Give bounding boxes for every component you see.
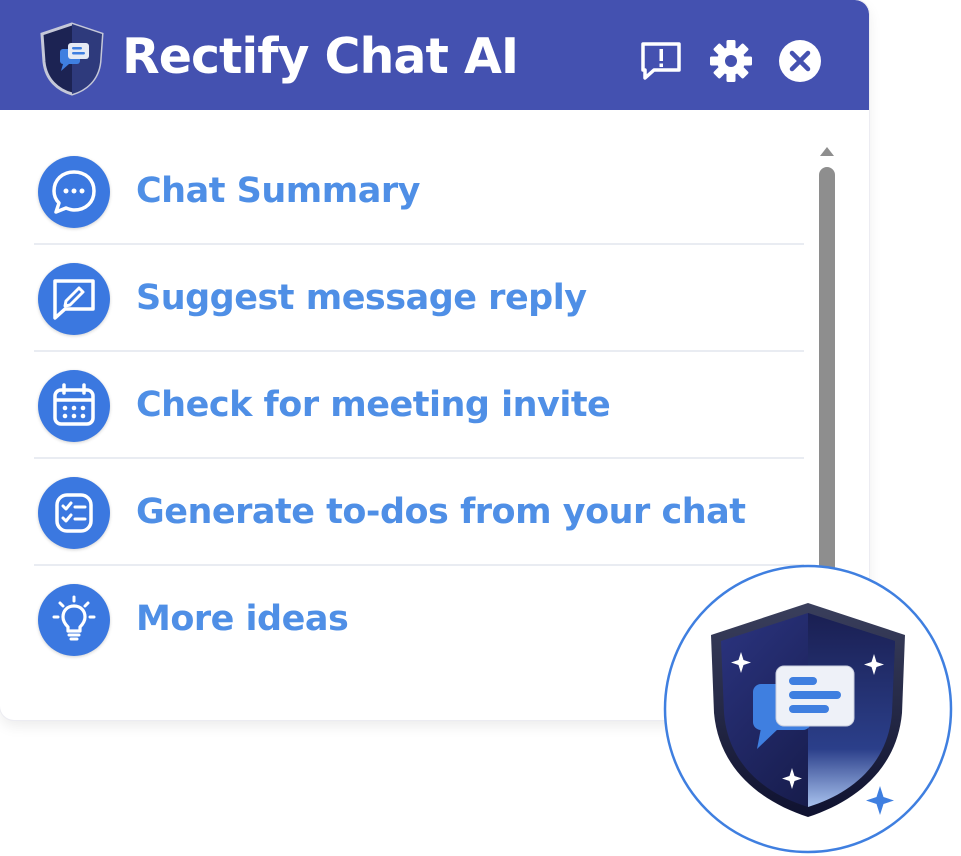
checklist-icon xyxy=(38,477,110,549)
gear-icon xyxy=(710,40,752,82)
feedback-button[interactable] xyxy=(638,38,684,84)
calendar-icon xyxy=(38,370,110,442)
menu-item-generate-todos[interactable]: Generate to-dos from your chat xyxy=(34,459,804,566)
close-icon xyxy=(779,40,821,82)
settings-button[interactable] xyxy=(708,38,754,84)
edit-message-icon xyxy=(38,263,110,335)
menu-item-meeting-invite[interactable]: Check for meeting invite xyxy=(34,352,804,459)
app-title: Rectify Chat AI xyxy=(122,28,519,85)
close-button[interactable] xyxy=(777,38,823,84)
menu-item-label: Suggest message reply xyxy=(136,278,587,318)
rectify-logo-icon xyxy=(40,22,104,96)
menu-item-label: Chat Summary xyxy=(136,171,420,211)
lightbulb-icon xyxy=(38,584,110,656)
menu-item-suggest-reply[interactable]: Suggest message reply xyxy=(34,245,804,352)
panel-header: Rectify Chat AI xyxy=(0,0,869,110)
scroll-up-arrow-icon[interactable] xyxy=(818,144,836,158)
chat-bubble-icon xyxy=(38,156,110,228)
rectify-launcher-badge[interactable] xyxy=(657,563,959,856)
rectify-shield-chat-icon xyxy=(663,564,953,854)
menu-item-label: Generate to-dos from your chat xyxy=(136,492,746,532)
feedback-icon xyxy=(641,42,681,80)
menu-item-label: More ideas xyxy=(136,599,349,639)
app-stage: Rectify Chat AI Chat Summary Suggest mes… xyxy=(0,0,961,856)
menu-item-label: Check for meeting invite xyxy=(136,385,611,425)
menu-item-chat-summary[interactable]: Chat Summary xyxy=(34,138,804,245)
